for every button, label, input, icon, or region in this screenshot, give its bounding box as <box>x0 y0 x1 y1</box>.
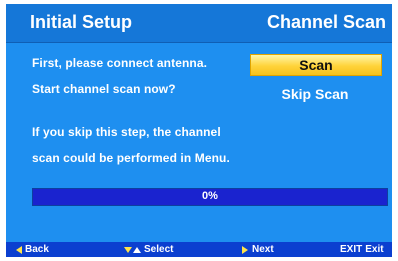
footer-back[interactable]: Back <box>16 243 49 256</box>
left-arrow-icon <box>16 245 22 254</box>
section-title: Channel Scan <box>266 12 386 32</box>
right-arrow-icon <box>242 245 248 254</box>
footer-next-label: Next <box>252 244 274 255</box>
down-arrow-icon <box>124 246 132 253</box>
setup-screen: Initial Setup Channel Scan First, please… <box>6 4 392 257</box>
info-scan-in-menu: scan could be performed in Menu. <box>32 151 230 165</box>
footer-select[interactable]: Select <box>124 243 173 256</box>
progress-label: 0% <box>202 190 218 202</box>
info-skip-step: If you skip this step, the channel <box>32 125 221 139</box>
scan-button[interactable]: Scan <box>250 54 382 76</box>
footer-back-label: Back <box>25 244 49 255</box>
header-bar: Initial Setup Channel Scan <box>6 4 392 43</box>
exit-key-label: EXIT <box>340 244 363 255</box>
footer-next[interactable]: Next <box>242 243 274 256</box>
instruction-connect-antenna: First, please connect antenna. <box>32 56 208 70</box>
instruction-start-scan: Start channel scan now? <box>32 82 176 96</box>
scan-progress-bar: 0% <box>32 188 388 206</box>
page-title: Initial Setup <box>30 12 133 32</box>
footer-exit[interactable]: EXIT Exit <box>340 243 384 256</box>
skip-scan-button[interactable]: Skip Scan <box>250 84 380 104</box>
footer-help-bar: Back Select Next EXIT Exit <box>6 242 392 257</box>
up-arrow-icon <box>133 246 141 253</box>
footer-select-label: Select <box>144 244 174 255</box>
footer-exit-label: Exit <box>365 244 384 255</box>
